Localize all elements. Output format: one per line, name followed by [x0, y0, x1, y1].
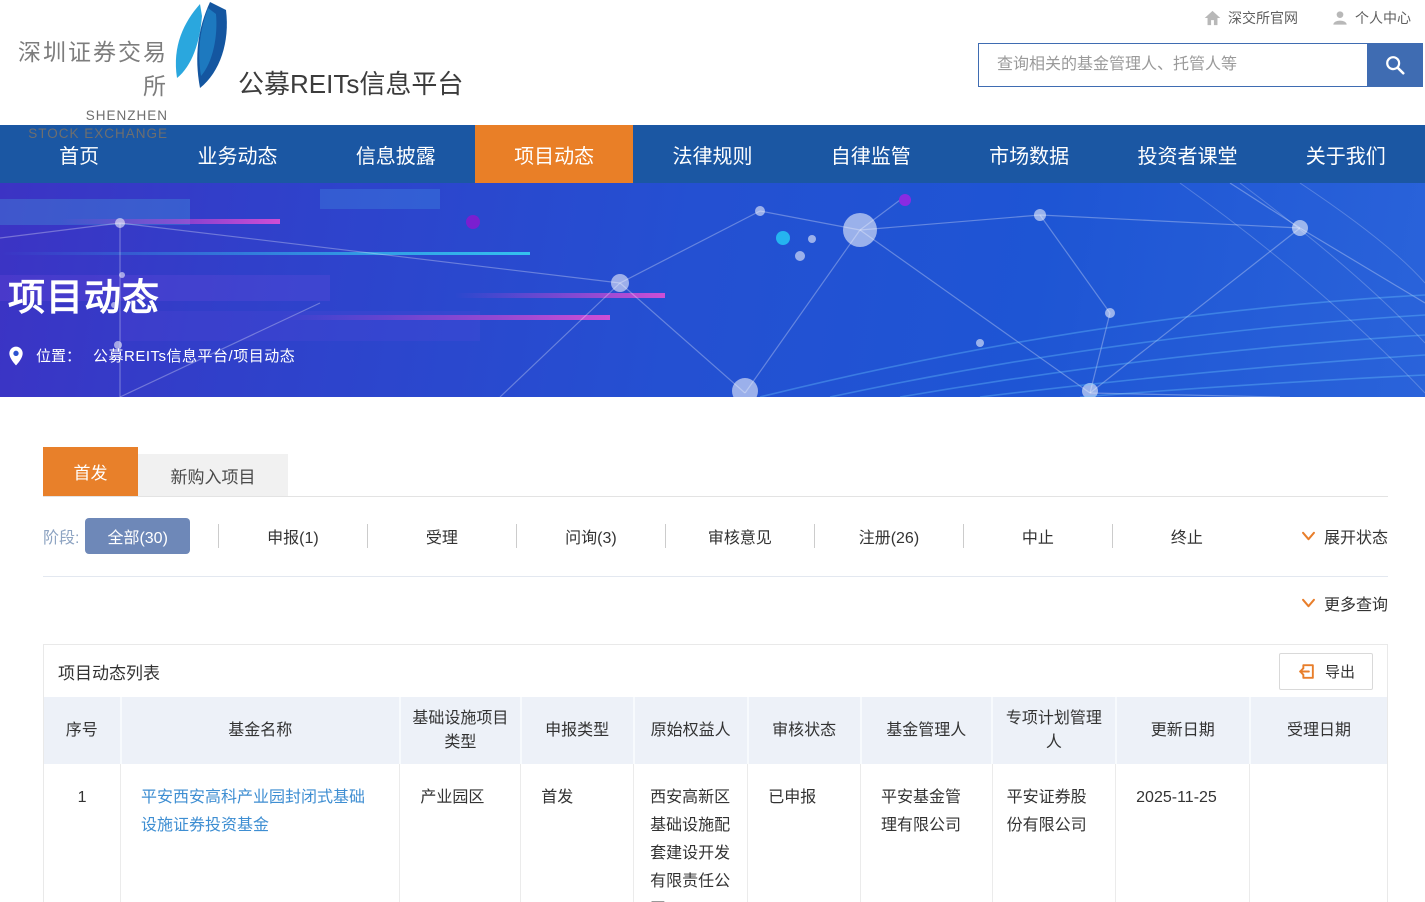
- cell-plan-manager: 平安证券股份有限公司: [992, 764, 1116, 902]
- export-button[interactable]: 导出: [1279, 653, 1373, 690]
- stage-option-review-opinion[interactable]: 审核意见: [666, 524, 814, 548]
- topbar: 深圳证券交易所 SHENZHEN STOCK EXCHANGE 公募REITs信…: [0, 0, 1425, 125]
- stage-option-registered[interactable]: 注册(26): [815, 524, 963, 548]
- stage-option-declared[interactable]: 申报(1): [219, 524, 367, 548]
- col-infra-type: 基础设施项目类型: [400, 697, 521, 764]
- personal-center-label: 个人中心: [1355, 8, 1411, 28]
- stage-option-inquiry[interactable]: 问询(3): [517, 524, 665, 548]
- cell-fund-name: 平安西安高科产业园封闭式基础设施证券投资基金: [121, 764, 400, 902]
- cell-infra-type: 产业园区: [400, 764, 521, 902]
- stage-option-accepted[interactable]: 受理: [368, 524, 516, 548]
- nav-item-business-news[interactable]: 业务动态: [158, 125, 316, 183]
- col-plan-manager: 专项计划管理人: [992, 697, 1116, 764]
- platform-title: 公募REITs信息平台: [238, 64, 463, 101]
- szse-logo-text[interactable]: 深圳证券交易所 SHENZHEN STOCK EXCHANGE: [10, 33, 168, 143]
- cell-original-owner: 西安高新区基础设施配套建设开发有限责任公司: [634, 764, 748, 902]
- nav-item-disclosure[interactable]: 信息披露: [317, 125, 475, 183]
- col-seq: 序号: [44, 697, 121, 764]
- search-input[interactable]: [979, 44, 1367, 86]
- col-update-date: 更新日期: [1116, 697, 1250, 764]
- expand-status-toggle[interactable]: 展开状态: [1301, 524, 1388, 548]
- col-fund-name: 基金名称: [121, 697, 400, 764]
- cell-seq: 1: [44, 764, 121, 902]
- top-links: 深交所官网 个人中心: [1204, 8, 1411, 28]
- breadcrumb: 位置： 公募REITs信息平台/项目动态: [8, 345, 295, 366]
- table-row: 1 平安西安高科产业园封闭式基础设施证券投资基金 产业园区 首发 西安高新区基础…: [44, 764, 1387, 902]
- cell-review-status: 已申报: [748, 764, 861, 902]
- stage-option-all[interactable]: 全部(30): [85, 518, 189, 554]
- more-query-label: 更多查询: [1324, 591, 1388, 615]
- cell-apply-type: 首发: [521, 764, 634, 902]
- logo-en-line2: STOCK EXCHANGE: [10, 125, 168, 143]
- main-content: 首发 新购入项目 阶段: 全部(30) 申报(1) 受理 问询(3) 审核意见 …: [0, 448, 1425, 902]
- more-query-toggle[interactable]: 更多查询: [1301, 591, 1388, 615]
- tab-bar: 首发 新购入项目: [43, 448, 1388, 497]
- page-banner: 项目动态 位置： 公募REITs信息平台/项目动态: [0, 183, 1425, 397]
- export-label: 导出: [1325, 661, 1355, 682]
- col-accept-date: 受理日期: [1250, 697, 1387, 764]
- nav-item-project-updates[interactable]: 项目动态: [475, 125, 633, 183]
- user-icon: [1332, 10, 1348, 26]
- breadcrumb-label: 位置：: [36, 345, 81, 366]
- expand-status-label: 展开状态: [1324, 524, 1388, 548]
- table-header-row: 序号 基金名称 基础设施项目类型 申报类型 原始权益人 审核状态 基金管理人 专…: [44, 697, 1387, 764]
- chevron-down-icon: [1301, 531, 1316, 541]
- col-review-status: 审核状态: [748, 697, 861, 764]
- page-title: 项目动态: [8, 267, 160, 321]
- nav-item-legal-rules[interactable]: 法律规则: [633, 125, 791, 183]
- col-apply-type: 申报类型: [521, 697, 634, 764]
- location-pin-icon: [8, 346, 24, 366]
- search-icon: [1384, 54, 1406, 76]
- col-original-owner: 原始权益人: [634, 697, 748, 764]
- szse-logo-icon: [170, 2, 232, 90]
- nav-item-market-data[interactable]: 市场数据: [950, 125, 1108, 183]
- tab-new-acquisition[interactable]: 新购入项目: [138, 454, 288, 496]
- project-table: 序号 基金名称 基础设施项目类型 申报类型 原始权益人 审核状态 基金管理人 专…: [44, 697, 1387, 902]
- home-icon: [1204, 10, 1221, 26]
- cell-fund-manager: 平安基金管理有限公司: [861, 764, 993, 902]
- logo-en: SHENZHEN STOCK EXCHANGE: [10, 107, 168, 143]
- project-list-card: 项目动态列表 导出 序号 基金名称 基础设施项目类型: [43, 644, 1388, 902]
- fund-name-link[interactable]: 平安西安高科产业园封闭式基础设施证券投资基金: [141, 789, 365, 834]
- chevron-down-icon: [1301, 598, 1316, 608]
- card-header: 项目动态列表 导出: [44, 645, 1387, 697]
- cell-update-date: 2025-11-25: [1116, 764, 1250, 902]
- cell-accept-date: [1250, 764, 1387, 902]
- nav-item-investor-class[interactable]: 投资者课堂: [1108, 125, 1266, 183]
- stage-option-terminated[interactable]: 终止: [1113, 524, 1261, 548]
- official-site-label: 深交所官网: [1228, 8, 1298, 28]
- logo-cn: 深圳证券交易所: [10, 33, 168, 101]
- search-box: [978, 43, 1423, 87]
- stage-option-suspended[interactable]: 中止: [964, 524, 1112, 548]
- list-title: 项目动态列表: [58, 659, 160, 684]
- export-icon: [1297, 662, 1316, 681]
- more-query-row: 更多查询: [43, 577, 1388, 615]
- logo-en-line1: SHENZHEN: [10, 107, 168, 125]
- nav-item-self-regulation[interactable]: 自律监管: [792, 125, 950, 183]
- tab-ipo[interactable]: 首发: [43, 447, 138, 496]
- stage-filter: 阶段: 全部(30) 申报(1) 受理 问询(3) 审核意见 注册(26) 中止…: [43, 519, 1388, 553]
- stage-label: 阶段:: [43, 524, 79, 548]
- search-button[interactable]: [1367, 44, 1422, 86]
- personal-center-link[interactable]: 个人中心: [1332, 8, 1411, 28]
- nav-item-about-us[interactable]: 关于我们: [1267, 125, 1425, 183]
- official-site-link[interactable]: 深交所官网: [1204, 8, 1298, 28]
- main-nav: 首页 业务动态 信息披露 项目动态 法律规则 自律监管 市场数据 投资者课堂 关…: [0, 125, 1425, 183]
- breadcrumb-path: 公募REITs信息平台/项目动态: [93, 345, 295, 366]
- col-fund-manager: 基金管理人: [861, 697, 993, 764]
